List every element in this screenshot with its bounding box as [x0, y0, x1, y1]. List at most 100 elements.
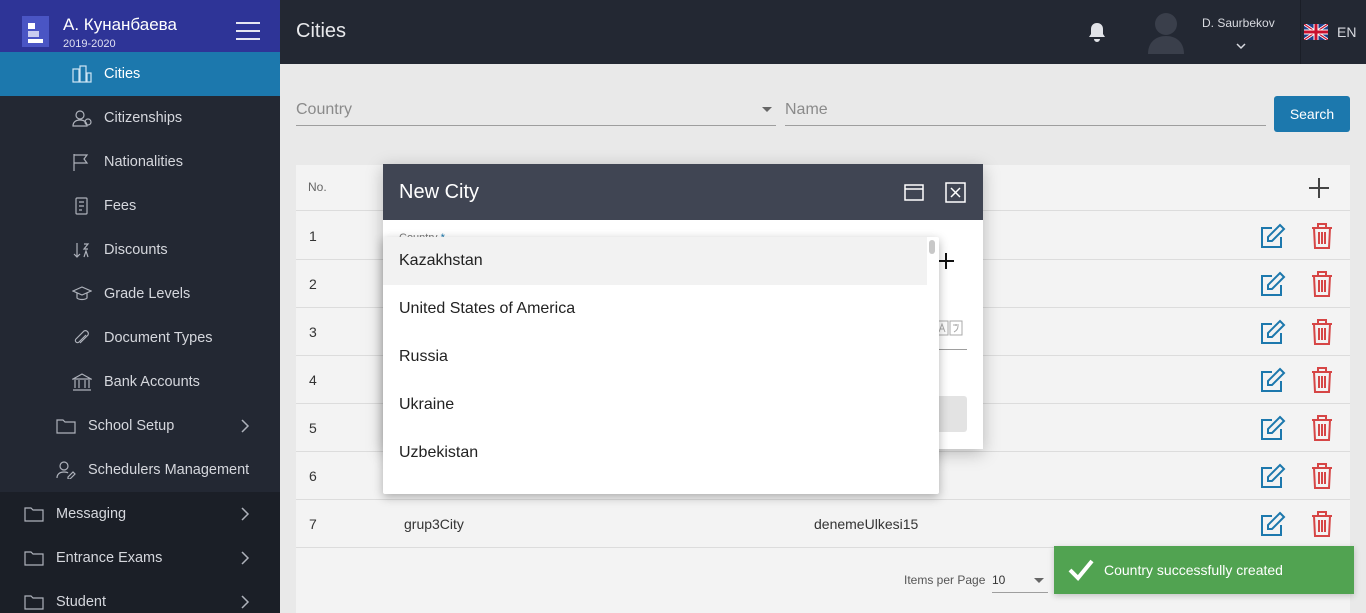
edit-icon[interactable]	[1259, 510, 1287, 538]
chevron-down-icon[interactable]	[1236, 42, 1246, 50]
folder-icon	[56, 419, 76, 434]
sidebar-item-label: School Setup	[88, 418, 175, 434]
sidebar-item-label: Citizenships	[104, 110, 183, 126]
column-header-no: No.	[308, 180, 327, 194]
dropdown-scrollbar[interactable]	[929, 240, 935, 254]
trash-icon[interactable]	[1310, 222, 1334, 250]
edit-icon[interactable]	[1259, 366, 1287, 394]
sidebar-item-citizenships[interactable]: Citizenships	[0, 96, 280, 140]
sidebar-item-grade-levels[interactable]: Grade Levels	[0, 272, 280, 316]
country-filter-placeholder: Country	[296, 101, 353, 118]
edit-icon[interactable]	[1259, 414, 1287, 442]
citizenship-icon	[72, 110, 92, 127]
items-per-page-value: 10	[992, 573, 1006, 587]
sidebar-item-messaging[interactable]: Messaging	[0, 492, 280, 536]
menu-toggle-icon[interactable]	[236, 22, 260, 42]
name-filter-input[interactable]: Name	[785, 90, 1266, 126]
items-per-page-label: Items per Page	[904, 573, 986, 587]
edit-icon[interactable]	[1259, 318, 1287, 346]
brand-title: А. Кунанбаева	[63, 15, 177, 34]
chevron-right-icon	[241, 595, 250, 609]
maximize-icon[interactable]	[904, 184, 924, 201]
sidebar-item-document-types[interactable]: Document Types	[0, 316, 280, 360]
dropdown-option[interactable]: Kazakhstan	[383, 237, 927, 285]
sidebar-item-label: Fees	[104, 198, 137, 214]
trash-icon[interactable]	[1310, 366, 1334, 394]
close-icon[interactable]	[945, 182, 966, 203]
paperclip-icon	[74, 330, 89, 344]
row-number: 7	[309, 516, 317, 532]
topbar: Cities D. Saurbekov EN	[280, 0, 1366, 64]
country-dropdown-panel: Kazakhstan United States of America Russ…	[383, 237, 939, 494]
dropdown-option[interactable]: Uzbekistan	[383, 429, 927, 477]
dropdown-option[interactable]: Ukraine	[383, 381, 927, 429]
table-row: 7 grup3City denemeUlkesi15	[296, 500, 1350, 548]
flag-icon	[73, 154, 89, 171]
row-number: 5	[309, 420, 317, 436]
sidebar-item-label: Discounts	[104, 242, 168, 258]
chevron-right-icon	[241, 419, 250, 433]
dialog-title: New City	[399, 181, 480, 203]
user-settings-icon	[56, 461, 76, 479]
bell-icon[interactable]	[1086, 21, 1108, 43]
edit-icon[interactable]	[1259, 222, 1287, 250]
trash-icon[interactable]	[1310, 462, 1334, 490]
chevron-right-icon	[241, 551, 250, 565]
sidebar-item-nationalities[interactable]: Nationalities	[0, 140, 280, 184]
name-filter-placeholder: Name	[785, 101, 828, 118]
sidebar-item-school-setup[interactable]: School Setup	[0, 404, 280, 448]
edit-icon[interactable]	[1259, 462, 1287, 490]
user-name[interactable]: D. Saurbekov	[1202, 16, 1275, 30]
sidebar-item-bank-accounts[interactable]: Bank Accounts	[0, 360, 280, 404]
sidebar-item-fees[interactable]: Fees	[0, 184, 280, 228]
caret-down-icon	[1034, 578, 1044, 583]
row-number: 4	[309, 372, 317, 388]
sidebar-item-label: Entrance Exams	[56, 550, 163, 566]
language-label[interactable]: EN	[1337, 24, 1356, 40]
row-number: 2	[309, 276, 317, 292]
sidebar-item-cities[interactable]: Cities	[0, 52, 280, 96]
dialog-header: New City	[383, 164, 983, 220]
divider	[1300, 0, 1301, 64]
folder-icon	[24, 507, 44, 522]
caret-down-icon	[762, 107, 772, 112]
success-toast[interactable]: Country successfully created	[1054, 546, 1354, 594]
trash-icon[interactable]	[1310, 414, 1334, 442]
row-number: 1	[309, 228, 317, 244]
checkmark-icon	[1068, 559, 1094, 581]
city-icon	[72, 65, 92, 83]
brand-logo	[22, 16, 49, 47]
avatar[interactable]	[1146, 10, 1186, 54]
country-filter-select[interactable]: Country	[296, 90, 776, 126]
sidebar-item-discounts[interactable]: Discounts	[0, 228, 280, 272]
chevron-right-icon	[241, 507, 250, 521]
sort-icon	[73, 243, 90, 258]
uk-flag-icon[interactable]	[1304, 24, 1328, 40]
sidebar-item-label: Schedulers Management	[88, 462, 250, 478]
edit-icon[interactable]	[1259, 270, 1287, 298]
translate-icon[interactable]	[935, 320, 963, 336]
add-country-icon[interactable]	[937, 252, 955, 270]
trash-icon[interactable]	[1310, 510, 1334, 538]
trash-icon[interactable]	[1310, 318, 1334, 346]
sidebar-item-label: Messaging	[56, 506, 127, 522]
trash-icon[interactable]	[1310, 270, 1334, 298]
dropdown-option[interactable]: Russia	[383, 333, 927, 381]
folder-icon	[24, 595, 44, 610]
sidebar-item-student[interactable]: Student	[0, 580, 280, 613]
sidebar-item-label: Bank Accounts	[104, 374, 200, 390]
items-per-page-select[interactable]: 10	[992, 565, 1048, 593]
sidebar-item-label: Student	[56, 594, 106, 610]
search-button[interactable]: Search	[1274, 96, 1350, 132]
dropdown-option[interactable]: United States of America	[383, 285, 927, 333]
sidebar-item-label: Grade Levels	[104, 286, 191, 302]
sidebar-item-entrance-exams[interactable]: Entrance Exams	[0, 536, 280, 580]
sidebar-item-schedulers-management[interactable]: Schedulers Management	[0, 448, 280, 492]
folder-icon	[24, 551, 44, 566]
sidebar-item-label: Cities	[104, 66, 141, 82]
sidebar-item-label: Document Types	[104, 330, 213, 346]
toast-message: Country successfully created	[1104, 562, 1283, 578]
add-icon[interactable]	[1308, 177, 1330, 199]
graduation-cap-icon	[72, 286, 92, 301]
row-number: 3	[309, 324, 317, 340]
